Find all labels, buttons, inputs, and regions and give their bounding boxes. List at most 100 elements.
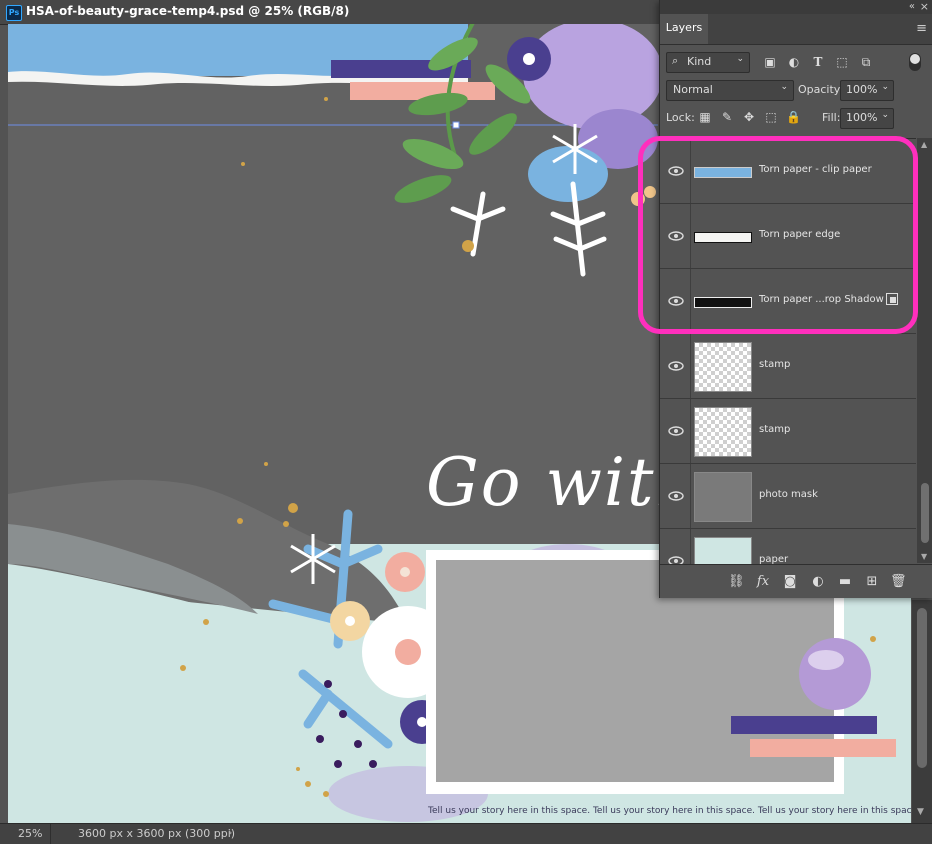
layer-thumbnail — [694, 407, 752, 457]
new-group-folder-icon[interactable]: ▬ — [837, 574, 853, 590]
status-divider — [50, 824, 51, 844]
blend-row: Normal ⌄ Opacity: 100% ⌄ — [660, 78, 932, 102]
layer-list-scroll-thumb[interactable] — [921, 483, 929, 543]
document-dimensions: 3600 px x 3600 px (300 ppi) — [78, 827, 236, 840]
lock-row: Lock: ▦ ✎ ✥ ⬚ 🔒 Fill: 100% ⌄ — [660, 106, 932, 130]
layers-footer-toolbar: ⛓ fx ◙ ◐ ▬ ⊞ 🗑 — [660, 564, 932, 598]
chevron-down-icon: ⌄ — [736, 54, 744, 64]
layer-thumbnail — [694, 147, 752, 195]
row-divider — [690, 464, 691, 528]
zoom-level[interactable]: 25% — [18, 827, 42, 840]
photoshop-app-icon: Ps — [6, 5, 22, 21]
row-divider — [690, 269, 691, 333]
layer-name: Torn paper - clip paper — [759, 164, 872, 175]
layer-thumbnail — [694, 472, 752, 522]
layer-list: Torn paper - clip paper Torn paper edge … — [660, 138, 916, 564]
layer-row[interactable]: Torn paper ...rop Shadow — [660, 269, 916, 334]
chevron-down-icon: ⌄ — [780, 82, 788, 92]
thumbnail-strip — [694, 167, 752, 178]
layer-name: Torn paper ...rop Shadow — [759, 294, 884, 305]
lock-transparent-pixels-icon[interactable]: ▦ — [698, 110, 712, 124]
panel-menu-icon[interactable]: ≡ — [916, 21, 927, 36]
panel-tab-row: Layers ≡ — [660, 14, 932, 45]
fill-label: Fill: — [822, 111, 841, 124]
opacity-field[interactable]: 100% ⌄ — [840, 80, 894, 101]
visibility-eye-icon[interactable] — [668, 490, 684, 502]
layer-name: Torn paper edge — [759, 229, 841, 240]
canvas-story-text: Tell us your story here in this space. T… — [428, 806, 911, 816]
opacity-label: Opacity: — [798, 83, 844, 96]
layer-list-scrollbar[interactable]: ▲ ▼ — [917, 138, 932, 563]
link-layers-icon[interactable]: ⛓ — [728, 574, 745, 590]
layer-name: stamp — [759, 424, 791, 435]
layer-row[interactable]: stamp — [660, 334, 916, 399]
chevron-down-icon: ⌄ — [881, 110, 889, 120]
scroll-up-icon[interactable]: ▲ — [921, 140, 927, 149]
adjustment-filter-icon[interactable]: ◐ — [787, 55, 801, 69]
canvas-scroll-thumb[interactable] — [917, 608, 927, 768]
layer-thumbnail — [694, 537, 752, 564]
smart-object-icon — [886, 293, 898, 305]
filter-kind-label: Kind — [687, 55, 712, 68]
adjustment-layer-icon[interactable]: ◐ — [810, 574, 826, 590]
smart-object-filter-icon[interactable]: ⧉ — [859, 55, 873, 69]
lock-all-icon[interactable]: 🔒 — [786, 110, 801, 124]
visibility-eye-icon[interactable] — [668, 295, 684, 307]
type-filter-icon[interactable]: T — [811, 55, 825, 69]
visibility-eye-icon[interactable] — [668, 360, 684, 372]
row-divider — [690, 204, 691, 268]
layer-name: photo mask — [759, 489, 818, 500]
lock-label: Lock: — [666, 111, 695, 124]
visibility-eye-icon[interactable] — [668, 165, 684, 177]
fill-value: 100% — [846, 111, 878, 124]
status-bar: 25% 3600 px x 3600 px (300 ppi) › — [0, 823, 932, 844]
layer-row[interactable]: paper — [660, 529, 916, 564]
tab-layers[interactable]: Layers — [660, 14, 708, 44]
scroll-down-icon[interactable]: ▼ — [921, 552, 927, 561]
row-divider — [690, 399, 691, 463]
filter-kind-select[interactable]: ⌕ Kind ⌄ — [666, 52, 750, 73]
lock-position-icon[interactable]: ✥ — [742, 110, 756, 124]
add-mask-icon[interactable]: ◙ — [782, 574, 798, 590]
image-filter-icon[interactable]: ▣ — [763, 55, 777, 69]
status-menu-chevron-icon[interactable]: › — [228, 826, 232, 839]
layer-name: stamp — [759, 359, 791, 370]
row-divider — [690, 139, 691, 203]
visibility-eye-icon[interactable] — [668, 555, 684, 564]
layer-thumbnail — [694, 342, 752, 392]
layer-name: paper — [759, 554, 789, 564]
filter-toggle-switch[interactable] — [909, 53, 921, 71]
canvas-vertical-scrollbar[interactable]: ▼ — [912, 600, 932, 823]
delete-layer-trash-icon[interactable]: 🗑 — [890, 574, 907, 590]
collapse-panel-icon[interactable]: « — [909, 1, 915, 12]
chevron-down-icon: ⌄ — [881, 82, 889, 92]
layer-row[interactable]: stamp — [660, 399, 916, 464]
visibility-eye-icon[interactable] — [668, 230, 684, 242]
thumbnail-strip — [694, 232, 752, 243]
visibility-eye-icon[interactable] — [668, 425, 684, 437]
document-title: HSA-of-beauty-grace-temp4.psd @ 25% (RGB… — [26, 4, 350, 18]
row-divider — [690, 529, 691, 564]
blend-mode-value: Normal — [673, 83, 713, 96]
layer-thumbnail — [694, 277, 752, 325]
close-panel-icon[interactable]: × — [920, 0, 929, 13]
fx-icon[interactable]: fx — [755, 574, 771, 590]
layers-panel: « × Layers ≡ ⌕ Kind ⌄ ▣ ◐ T ⬚ ⧉ Normal ⌄… — [659, 0, 932, 598]
scroll-down-icon[interactable]: ▼ — [917, 807, 924, 817]
layer-thumbnail — [694, 212, 752, 260]
fill-field[interactable]: 100% ⌄ — [840, 108, 894, 129]
new-layer-icon[interactable]: ⊞ — [864, 574, 880, 590]
panel-title-strip[interactable]: « × — [660, 0, 932, 14]
lock-artboard-icon[interactable]: ⬚ — [764, 110, 778, 124]
search-icon: ⌕ — [672, 54, 679, 67]
layer-filter-row: ⌕ Kind ⌄ ▣ ◐ T ⬚ ⧉ — [660, 48, 932, 76]
layer-row[interactable]: photo mask — [660, 464, 916, 529]
thumbnail-strip — [694, 297, 752, 308]
row-divider — [690, 334, 691, 398]
layer-row[interactable]: Torn paper edge — [660, 204, 916, 269]
toggle-knob — [910, 54, 920, 64]
shape-filter-icon[interactable]: ⬚ — [835, 55, 849, 69]
layer-row[interactable]: Torn paper - clip paper — [660, 139, 916, 204]
lock-image-pixels-icon[interactable]: ✎ — [720, 110, 734, 124]
blend-mode-select[interactable]: Normal ⌄ — [666, 80, 794, 101]
